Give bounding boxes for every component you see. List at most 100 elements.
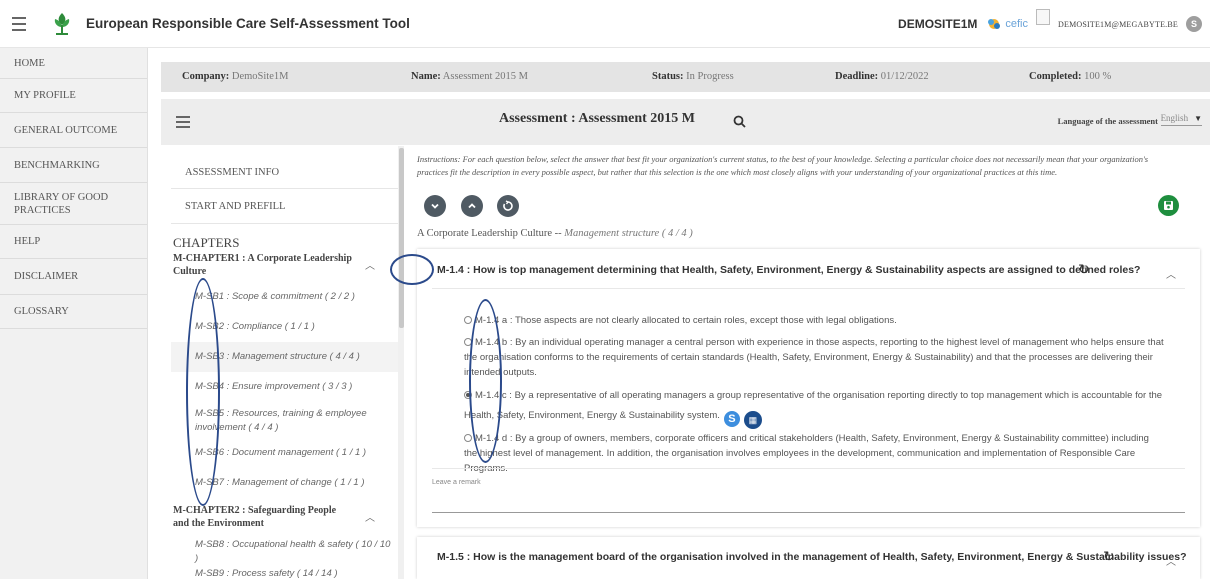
name-info: Name: Assessment 2015 M [411,71,528,82]
collapse-all-button[interactable] [461,195,483,217]
language-select[interactable]: English ▼ [1160,113,1202,126]
subsection-sb6[interactable]: M-SB6 : Document management ( 1 / 1 ) [195,446,395,460]
completed-value: 100 % [1084,71,1112,82]
deadline-value: 01/12/2022 [880,71,929,82]
subsection-sb7[interactable]: M-SB7 : Management of change ( 1 / 1 ) [195,476,395,490]
divider [171,223,399,224]
company-value: DemoSite1M [231,71,289,82]
reset-question-icon[interactable]: ↻ [1078,261,1090,278]
search-icon[interactable] [733,115,746,128]
nav-item-glossary[interactable]: GLOSSARY [0,295,147,329]
subsection-sb8[interactable]: M-SB8 : Occupational health & safety ( 1… [195,538,395,566]
chapters-title: CHAPTERS [173,235,240,250]
caret-down-icon: ▼ [1194,113,1202,123]
answer-option-c-text: M-1.4 c : By a representative of all ope… [464,390,1163,421]
nav-item-disclaimer[interactable]: DISCLAIMER [0,259,147,295]
remark-textarea[interactable] [432,487,1185,513]
subsection-sb9[interactable]: M-SB9 : Process safety ( 14 / 14 ) [195,567,395,579]
deadline-label: Deadline: [835,71,879,82]
assessment-info-bar: Company: DemoSite1M Name: Assessment 201… [161,62,1210,92]
name-value: Assessment 2015 M [442,71,528,82]
nav-item-benchmarking[interactable]: BENCHMARKING [0,148,147,183]
subsection-sb3[interactable]: M-SB3 : Management structure ( 4 / 4 ) [195,350,395,364]
responsible-care-logo [48,10,76,38]
reset-question-icon[interactable]: ↻ [1103,548,1115,565]
expand-all-button[interactable] [424,195,446,217]
question-title: M-1.5 : How is the management board of t… [437,551,1187,563]
nav-item-library-of-good-practices[interactable]: LIBRARY OF GOOD PRACTICES [0,183,147,225]
language-label: Language of the assessment [1057,116,1158,126]
breadcrumb-section: A Corporate Leadership Culture -- [417,228,562,239]
app-title: European Responsible Care Self-Assessmen… [86,16,410,31]
chevron-up-icon[interactable]: ︿ [1166,553,1176,568]
deadline-info: Deadline: 01/12/2022 [835,71,929,82]
question-card: M-1.4 : How is top management determinin… [417,249,1200,527]
reset-all-button[interactable] [497,195,519,217]
radio-option-a[interactable] [464,316,472,324]
chapters-scrollbar-thumb[interactable] [399,148,404,328]
breadcrumb: A Corporate Leadership Culture -- Manage… [417,228,693,239]
completed-label: Completed: [1029,71,1082,82]
nav-item-home[interactable]: HOME [0,48,147,79]
subsection-sb2[interactable]: M-SB2 : Compliance ( 1 / 1 ) [195,320,395,334]
nav-item-help[interactable]: HELP [0,225,147,259]
reset-icon [503,200,513,211]
cefic-logo: cefic [985,17,1028,31]
top-bar: European Responsible Care Self-Assessmen… [0,0,1210,48]
chapter1-heading[interactable]: M-CHAPTER1 : A Corporate Leadership Cult… [173,252,353,278]
status-info: Status: In Progress [652,71,734,82]
answer-option-d[interactable]: M-1.4 d : By a group of owners, members,… [464,431,1164,476]
cefic-mark-icon [988,19,1001,29]
answer-option-b[interactable]: M-1.4 b : By an individual operating man… [464,335,1164,380]
answer-option-a-text: M-1.4 a : Those aspects are not clearly … [475,315,897,326]
divider [171,188,399,189]
hamburger-menu-icon[interactable] [12,14,38,34]
cefic-logo-text: cefic [1005,18,1028,30]
user-email[interactable]: DEMOSITE1M@MEGABYTE.BE [1058,20,1178,29]
chevron-up-icon[interactable]: ︿ [365,509,375,524]
broken-image-icon [1036,9,1050,25]
chevron-up-icon [468,203,476,209]
question-card: M-1.5 : How is the management board of t… [417,537,1200,579]
save-button[interactable] [1158,195,1179,216]
question-title: M-1.4 : How is top management determinin… [437,264,1141,276]
radio-option-d[interactable] [464,434,472,442]
remark-label: Leave a remark [432,479,481,486]
assessment-title: Assessment : Assessment 2015 M [499,111,695,126]
s-badge-icon[interactable]: S [723,411,740,427]
name-label: Name: [411,71,441,82]
answer-option-a[interactable]: M-1.4 a : Those aspects are not clearly … [464,313,1164,328]
chevron-down-icon [431,203,439,209]
user-avatar[interactable]: S [1186,16,1202,32]
company-info: Company: DemoSite1M [182,71,288,82]
chevron-up-icon[interactable]: ︿ [365,257,375,272]
annotation-oval [186,278,220,506]
left-nav: HOME MY PROFILE GENERAL OUTCOME BENCHMAR… [0,48,148,579]
site-name: DEMOSITE1M [898,17,978,31]
company-label: Company: [182,71,230,82]
answer-option-b-text: M-1.4 b : By an individual operating man… [464,337,1164,378]
breadcrumb-subsection: Management structure ( 4 / 4 ) [564,228,693,239]
nav-item-general-outcome[interactable]: GENERAL OUTCOME [0,113,147,148]
save-icon [1164,201,1173,210]
subsection-sb5[interactable]: M-SB5 : Resources, training & employee i… [195,407,395,435]
status-label: Status: [652,71,684,82]
completed-info: Completed: 100 % [1029,71,1111,82]
divider [432,288,1185,289]
answer-option-c[interactable]: M-1.4 c : By a representative of all ope… [464,386,1164,429]
language-value: English [1160,113,1189,123]
instructions-text: Instructions: For each question below, s… [417,154,1149,177]
assessment-info-link[interactable]: ASSESSMENT INFO [185,167,279,178]
subsection-sb1[interactable]: M-SB1 : Scope & commitment ( 2 / 2 ) [195,290,395,304]
divider [432,468,1185,469]
subsection-sb4[interactable]: M-SB4 : Ensure improvement ( 3 / 3 ) [195,380,395,394]
building-badge-icon[interactable]: ▦ [743,411,762,429]
nav-item-my-profile[interactable]: MY PROFILE [0,79,147,113]
chevron-up-icon[interactable]: ︿ [1166,266,1176,281]
chapter2-heading[interactable]: M-CHAPTER2 : Safeguarding People and the… [173,504,353,530]
annotation-oval [390,254,434,285]
status-value: In Progress [686,71,734,82]
assessment-header: Assessment : Assessment 2015 M Language … [161,99,1210,145]
start-prefill-link[interactable]: START AND PREFILL [185,201,285,212]
chapters-toggle-icon[interactable] [176,116,190,128]
